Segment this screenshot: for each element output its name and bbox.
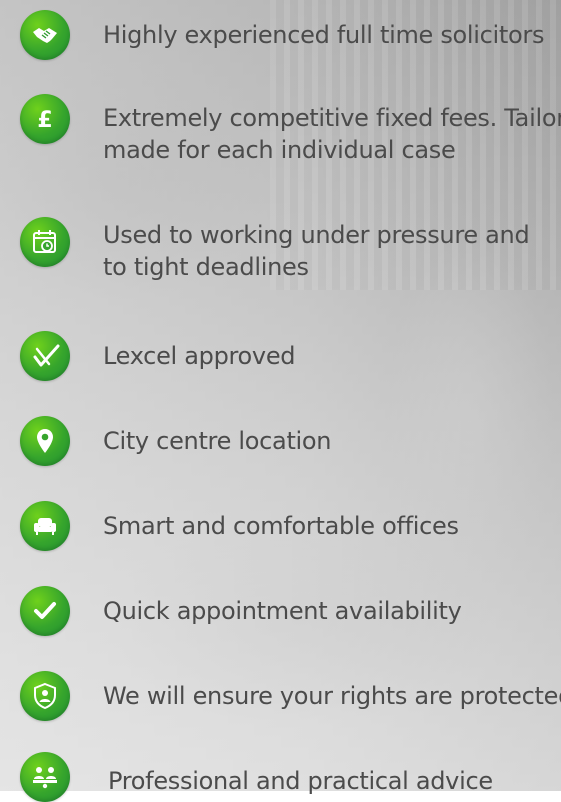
- feature-item-rights: We will ensure your rights are protected: [20, 671, 561, 721]
- feature-item-location: City centre location: [20, 416, 332, 466]
- feature-label: Lexcel approved: [103, 342, 296, 370]
- shield-person-icon: [20, 671, 70, 721]
- calendar-clock-icon: [20, 217, 70, 267]
- checkmark-icon: [20, 586, 70, 636]
- armchair-icon: [20, 501, 70, 551]
- feature-label: Used to working under pressure and to ti…: [103, 219, 530, 283]
- feature-item-offices: Smart and comfortable offices: [20, 501, 459, 551]
- lexcel-icon: [20, 331, 70, 381]
- feature-label: Extremely competitive fixed fees. Tailor…: [103, 102, 561, 166]
- svg-text:£: £: [37, 108, 52, 133]
- handshake-icon: [20, 10, 70, 60]
- feature-item-appointment: Quick appointment availability: [20, 586, 462, 636]
- feature-label-line1: Extremely competitive fixed fees. Tailor: [103, 104, 561, 132]
- feature-item-experienced: Highly experienced full time solicitors: [20, 10, 544, 60]
- pound-icon: £: [20, 94, 70, 144]
- feature-label-line2: to tight deadlines: [103, 253, 309, 281]
- people-meeting-icon: [20, 752, 70, 802]
- feature-label: Smart and comfortable offices: [103, 512, 459, 540]
- feature-item-deadlines: Used to working under pressure and to ti…: [20, 217, 530, 283]
- feature-label-line2: made for each individual case: [103, 136, 456, 164]
- feature-label: We will ensure your rights are protected: [103, 682, 561, 710]
- feature-label: Professional and practical advice: [108, 767, 493, 795]
- location-pin-icon: [20, 416, 70, 466]
- feature-item-fees: £ Extremely competitive fixed fees. Tail…: [20, 94, 561, 166]
- feature-label: Quick appointment availability: [103, 597, 462, 625]
- feature-label: Highly experienced full time solicitors: [103, 21, 545, 49]
- feature-label: City centre location: [103, 427, 332, 455]
- feature-item-advice: Professional and practical advice: [20, 752, 493, 802]
- feature-label-line1: Used to working under pressure and: [103, 221, 530, 249]
- feature-item-lexcel: Lexcel approved: [20, 331, 296, 381]
